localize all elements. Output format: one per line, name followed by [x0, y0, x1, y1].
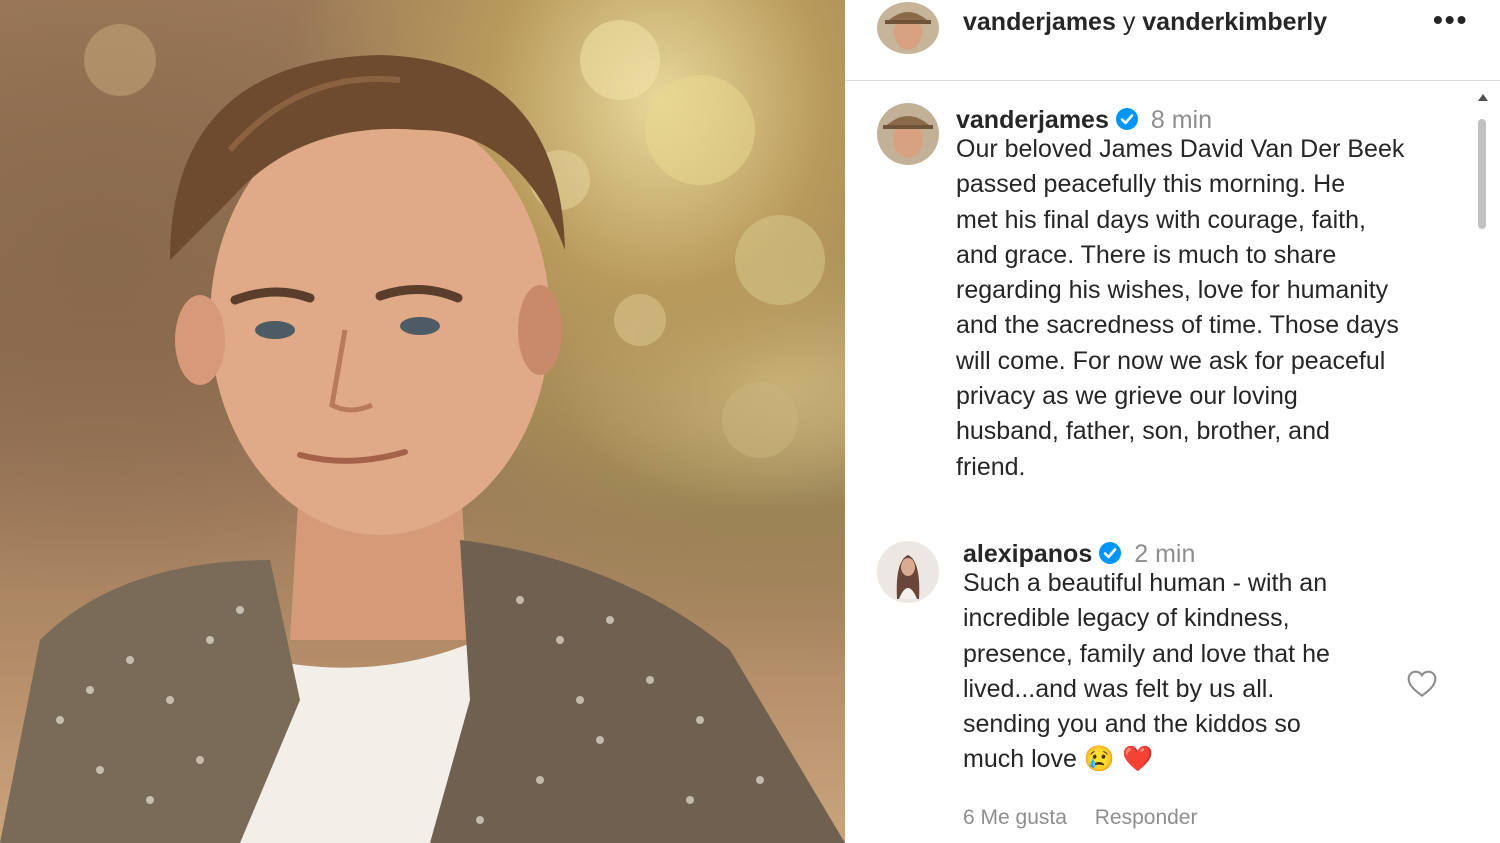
reply-button[interactable]: Responder — [1095, 806, 1198, 829]
caption-line: regarding his wishes, love for humanity — [956, 276, 1389, 305]
like-comment-heart-icon[interactable] — [1406, 668, 1438, 698]
post-side-panel: vanderjames y vanderkimberly ••• vanderj… — [845, 0, 1500, 843]
caption-line: and grace. There is much to share — [956, 240, 1337, 269]
comment-line: lived...and was felt by us all. — [963, 674, 1275, 703]
crying-emoji-icon: 😢 — [1083, 745, 1116, 774]
caption-timestamp: 8 min — [1150, 106, 1213, 134]
verified-badge-icon — [1115, 108, 1138, 130]
header-avatar[interactable] — [877, 2, 939, 54]
comment-username[interactable]: alexipanos — [963, 540, 1092, 568]
more-options-icon[interactable]: ••• — [1433, 4, 1468, 36]
comment-meta: 6 Me gusta Responder — [963, 806, 1219, 830]
caption-line: and the sacredness of time. Those days — [956, 311, 1399, 340]
caption-line: will come. For now we ask for peaceful — [956, 346, 1386, 375]
header-username-2[interactable]: vanderkimberly — [1142, 8, 1327, 36]
comment-line: much love — [963, 745, 1077, 774]
caption-avatar[interactable] — [877, 103, 939, 165]
portrait-illustration — [0, 20, 845, 843]
caption-line: met his final days with courage, faith, — [956, 205, 1366, 234]
comment-line: incredible legacy of kindness, — [963, 604, 1290, 633]
header-joiner: y — [1122, 8, 1136, 36]
comment: alexipanos 2 min Such a beautiful human … — [963, 540, 1403, 778]
instagram-post-view: vanderjames y vanderkimberly ••• vanderj… — [0, 0, 1500, 843]
comment-line: Such a beautiful human - with an — [963, 569, 1328, 597]
caption-line: husband, father, son, brother, and — [956, 417, 1330, 446]
comment-likes-count[interactable]: 6 Me gusta — [963, 806, 1067, 829]
header-username-1[interactable]: vanderjames — [963, 8, 1116, 36]
caption-line: passed peacefully this morning. He — [956, 170, 1346, 199]
post-owners: vanderjames y vanderkimberly — [963, 8, 1327, 37]
post-caption: vanderjames 8 min Our beloved James Davi… — [956, 106, 1456, 485]
caption-line: Our beloved James David Van Der Beek — [956, 135, 1405, 163]
scrollbar-thumb[interactable] — [1478, 119, 1486, 229]
caption-text: Our beloved James David Van Der Beek pas… — [956, 132, 1456, 485]
comment-line: presence, family and love that he — [963, 639, 1330, 668]
comment-avatar[interactable] — [877, 541, 939, 603]
post-photo — [0, 0, 845, 843]
post-header: vanderjames y vanderkimberly ••• — [845, 0, 1500, 81]
caption-line: friend. — [956, 452, 1026, 481]
caption-username[interactable]: vanderjames — [956, 106, 1109, 134]
caption-line: privacy as we grieve our loving — [956, 382, 1298, 411]
comment-text: Such a beautiful human - with an incredi… — [963, 566, 1403, 778]
comment-last-line: much love 😢 ❤️ — [963, 742, 1403, 777]
comment-line: sending you and the kiddos so — [963, 710, 1301, 739]
comment-timestamp: 2 min — [1134, 540, 1196, 568]
red-heart-emoji-icon: ❤️ — [1122, 745, 1154, 774]
verified-badge-icon — [1099, 542, 1122, 564]
scroll-up-arrow-icon[interactable] — [1477, 92, 1489, 102]
